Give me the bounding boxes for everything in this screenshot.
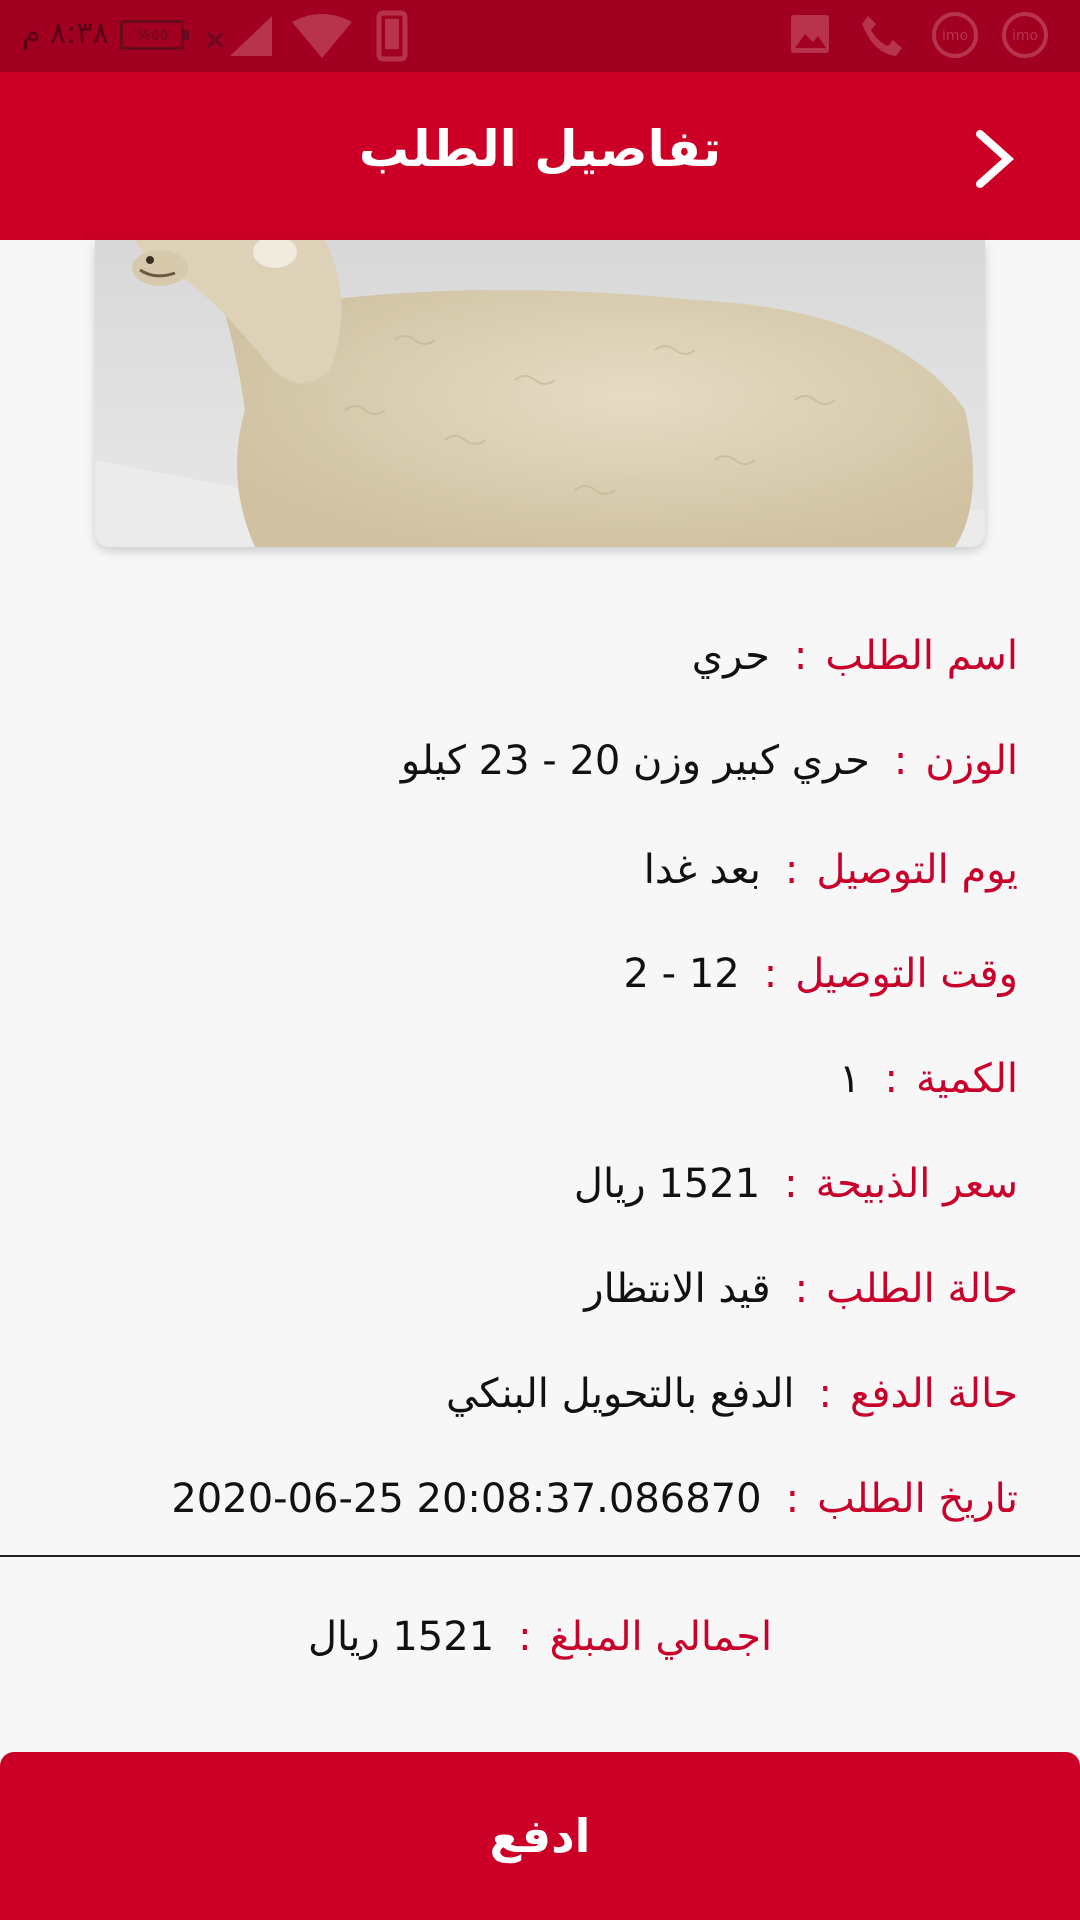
detail-colon: : — [763, 951, 778, 997]
detail-value: حري كبير وزن 20 - 23 كيلو — [400, 738, 870, 784]
signal-icon — [230, 16, 272, 56]
detail-value: 2020-06-25 20:08:37.086870 — [171, 1476, 762, 1522]
detail-label: الكمية — [915, 1056, 1018, 1102]
status-time: ٨:٣٨ م — [22, 16, 109, 51]
svg-text:imo: imo — [942, 28, 968, 44]
total-label: اجمالي المبلغ — [549, 1614, 773, 1660]
detail-label: اسم الطلب — [825, 633, 1018, 679]
detail-row-delivery-day: يوم التوصيل: بعد غدا — [644, 840, 1018, 900]
detail-value: 12 - 2 — [623, 951, 740, 997]
device-icon — [376, 10, 408, 62]
detail-value: الدفع بالتحويل البنكي — [446, 1371, 795, 1417]
product-image — [95, 240, 985, 547]
detail-colon: : — [785, 1476, 800, 1522]
wifi-icon — [292, 14, 352, 58]
detail-row-order-date: تاريخ الطلب:2020-06-25 20:08:37.086870 — [171, 1469, 1018, 1529]
detail-value: قيد الانتظار — [584, 1266, 771, 1312]
detail-colon: : — [893, 738, 908, 784]
svg-text:imo: imo — [1012, 28, 1038, 44]
detail-row-order-status: حالة الطلب: قيد الانتظار — [584, 1259, 1018, 1319]
detail-colon: : — [793, 633, 808, 679]
detail-value: ١ — [839, 1056, 861, 1102]
detail-label: الوزن — [925, 738, 1018, 784]
detail-row-payment-status: حالة الدفع: الدفع بالتحويل البنكي — [446, 1364, 1018, 1424]
detail-label: تاريخ الطلب — [817, 1476, 1018, 1522]
total-colon: : — [518, 1614, 532, 1660]
app-header: تفاصيل الطلب — [0, 72, 1080, 240]
detail-colon: : — [784, 1161, 798, 1207]
detail-row-order-name: اسم الطلب: حري — [692, 626, 1018, 686]
total-value: 1521 ريال — [307, 1614, 495, 1660]
detail-colon: : — [884, 1056, 898, 1102]
phone-icon — [862, 16, 902, 56]
detail-label: حالة الطلب — [826, 1266, 1018, 1312]
detail-value: بعد غدا — [643, 847, 761, 893]
detail-colon: : — [784, 847, 799, 893]
battery-icon: %٥٥ — [120, 20, 189, 50]
page-title: تفاصيل الطلب — [358, 120, 722, 178]
imo-icon: imo — [1002, 12, 1048, 58]
battery-level: %٥٥ — [135, 25, 169, 44]
detail-row-price: سعر الذبيحة:1521 ريال — [574, 1154, 1018, 1214]
detail-value: حري — [691, 633, 770, 679]
detail-label: سعر الذبيحة — [815, 1161, 1018, 1207]
detail-colon: : — [794, 1266, 809, 1312]
divider — [0, 1555, 1080, 1557]
detail-colon: : — [818, 1371, 833, 1417]
detail-row-weight: الوزن: حري كبير وزن 20 - 23 كيلو — [401, 731, 1018, 791]
detail-value: 1521 ريال — [573, 1161, 761, 1207]
detail-label: حالة الدفع — [850, 1371, 1018, 1417]
image-icon — [791, 15, 829, 53]
pay-button[interactable]: ادفع — [0, 1752, 1080, 1920]
detail-row-delivery-time: وقت التوصيل:12 - 2 — [623, 944, 1018, 1004]
chevron-right-icon[interactable] — [960, 124, 1030, 194]
close-icon — [206, 31, 224, 49]
total-row: اجمالي المبلغ:1521 ريال — [0, 1607, 1080, 1667]
status-bar: ٨:٣٨ م %٥٥ imo imo — [0, 0, 1080, 72]
detail-label: يوم التوصيل — [816, 847, 1018, 893]
imo-icon: imo — [932, 12, 978, 58]
detail-label: وقت التوصيل — [795, 951, 1018, 997]
detail-row-quantity: الكمية:١ — [839, 1049, 1018, 1109]
